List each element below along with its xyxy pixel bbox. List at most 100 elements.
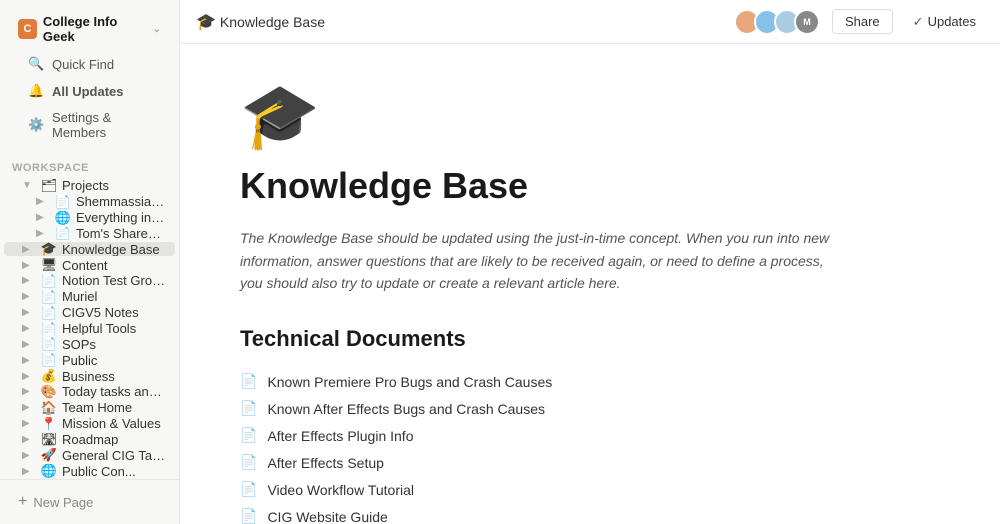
graduation-icon: 🎓 [41, 242, 57, 256]
doc-icon: 📄 [41, 290, 57, 304]
bell-icon: 🔔 [28, 83, 44, 99]
chevron-right-icon: ▶ [36, 196, 50, 207]
knowledge-base-label: Knowledge Base [62, 242, 167, 256]
workspace-name: College Info Geek [43, 14, 147, 44]
chevron-right-icon: ▶ [22, 244, 36, 255]
sidebar-item-notion-test[interactable]: ▶ 📄 Notion Test Ground [4, 274, 175, 288]
sidebar-item-helpful-tools[interactable]: ▶ 📄 Helpful Tools [4, 322, 175, 336]
globe-icon: 🌐 [55, 211, 71, 225]
helpful-tools-label: Helpful Tools [62, 322, 167, 336]
sidebar-item-business[interactable]: ▶ 💰 Business [4, 369, 175, 383]
chevron-right-icon: ▶ [22, 307, 36, 318]
doc-icon: 📄 [240, 373, 257, 390]
search-icon: 🔍 [28, 56, 44, 72]
road-icon: 🛣 [41, 433, 57, 447]
chevron-right-icon: ▶ [22, 323, 36, 334]
new-page-button[interactable]: + New Page [8, 488, 171, 516]
page-title: Knowledge Base [240, 164, 940, 207]
sidebar-item-knowledge-base[interactable]: ▶ 🎓 Knowledge Base [4, 242, 175, 256]
chevron-right-icon: ▶ [22, 450, 36, 461]
chevron-right-icon: ▶ [22, 355, 36, 366]
workspace-section-label: WORKSPACE [0, 150, 179, 178]
doc-label: Known After Effects Bugs and Crash Cause… [267, 401, 545, 417]
sidebar-item-content[interactable]: ▶ 🖥 Content [4, 258, 175, 272]
doc-icon: 📄 [240, 508, 257, 524]
chevron-right-icon: ▶ [22, 260, 36, 271]
monitor-icon: 🖥 [41, 258, 57, 272]
quick-find-label: Quick Find [52, 57, 114, 72]
updates-button[interactable]: ✓ Updates [905, 10, 984, 34]
chevron-down-icon: ▼ [22, 180, 36, 191]
chevron-right-icon: ▶ [22, 434, 36, 445]
share-button[interactable]: Share [832, 9, 893, 34]
document-list-item[interactable]: 📄 Known Premiere Pro Bugs and Crash Cause… [240, 368, 940, 395]
sidebar-item-muriel[interactable]: ▶ 📄 Muriel [4, 290, 175, 304]
document-list-item[interactable]: 📄After Effects Plugin Info [240, 422, 940, 449]
quick-find-action[interactable]: 🔍 Quick Find [14, 51, 165, 77]
settings-label: Settings & Members [52, 110, 155, 140]
sidebar-item-shemmassian[interactable]: ▶ 📄 Shemmassian Con... [4, 195, 175, 209]
workspace-chevron: ⌄ [153, 24, 161, 35]
rocket-icon: 🚀 [41, 448, 57, 462]
document-list-item[interactable]: 📄 Known After Effects Bugs and Crash Caus… [240, 395, 940, 422]
page-content: 🎓 Knowledge Base The Knowledge Base shou… [180, 44, 1000, 524]
doc-icon: 📄 [240, 427, 257, 444]
sidebar-item-today-tasks[interactable]: ▶ 🎨 Today tasks and Not... [4, 385, 175, 399]
all-updates-action[interactable]: 🔔 All Updates [14, 78, 165, 104]
breadcrumb-title: Knowledge Base [220, 14, 325, 30]
public-label: Public [62, 353, 167, 367]
doc-icon: 📄 [41, 353, 57, 367]
sidebar-item-cigv5[interactable]: ▶ 📄 CIGV5 Notes [4, 306, 175, 320]
doc-icon: 📄 [240, 481, 257, 498]
toms-template-label: Tom's Shared Templ... [76, 227, 167, 241]
sidebar-item-public-sub[interactable]: ▶ 🌐 Public Con... [4, 464, 175, 478]
sidebar-item-team-home[interactable]: ▶ 🏠 Team Home [4, 401, 175, 415]
new-page-label: New Page [33, 495, 93, 510]
topbar: 🎓 Knowledge Base M Share ✓ Updates [180, 0, 1000, 44]
topbar-actions: M Share ✓ Updates [734, 9, 984, 35]
page-description: The Knowledge Base should be updated usi… [240, 227, 840, 294]
chevron-right-icon: ▶ [36, 212, 50, 223]
updates-label: Updates [928, 14, 976, 29]
plus-icon: + [18, 493, 27, 511]
workspace-icon: C [18, 19, 37, 39]
globe-icon: 🌐 [41, 464, 57, 478]
check-icon: ✓ [913, 14, 924, 30]
chevron-right-icon: ▶ [22, 386, 36, 397]
muriel-label: Muriel [62, 290, 167, 304]
settings-action[interactable]: ⚙️ Settings & Members [14, 105, 165, 145]
sops-label: SOPs [62, 337, 167, 351]
sidebar-item-projects[interactable]: ▼ 🗂 Projects [4, 179, 175, 193]
doc-icon: 📄 [41, 322, 57, 336]
general-cig-label: General CIG Tasks [62, 448, 167, 462]
palette-icon: 🎨 [41, 385, 57, 399]
money-icon: 💰 [41, 369, 57, 383]
sidebar-item-roadmap[interactable]: ▶ 🛣 Roadmap [4, 433, 175, 447]
doc-icon: 📄 [41, 274, 57, 288]
doc-icon: 📄 [55, 227, 71, 241]
sidebar-item-public[interactable]: ▶ 📄 Public [4, 353, 175, 367]
workspace-title[interactable]: C College Info Geek ⌄ [10, 8, 169, 50]
chevron-right-icon: ▶ [22, 339, 36, 350]
projects-label: Projects [62, 179, 167, 193]
today-tasks-label: Today tasks and Not... [62, 385, 167, 399]
document-list-item[interactable]: 📄CIG Website Guide [240, 503, 940, 524]
chevron-right-icon: ▶ [22, 371, 36, 382]
roadmap-label: Roadmap [62, 433, 167, 447]
chevron-right-icon: ▶ [22, 418, 36, 429]
sidebar-item-sops[interactable]: ▶ 📄 SOPs [4, 337, 175, 351]
chevron-right-icon: ▶ [36, 228, 50, 239]
document-list-item[interactable]: 📄After Effects Setup [240, 449, 940, 476]
chevron-right-icon: ▶ [22, 402, 36, 413]
doc-label: Known Premiere Pro Bugs and Crash Causes [267, 374, 552, 390]
sidebar-item-toms-template[interactable]: ▶ 📄 Tom's Shared Templ... [4, 227, 175, 241]
document-list-item[interactable]: 📄Video Workflow Tutorial [240, 476, 940, 503]
chevron-right-icon: ▶ [22, 466, 36, 477]
main-content: 🎓 Knowledge Base M Share ✓ Updates 🎓 Kno… [180, 0, 1000, 524]
doc-icon: 📄 [240, 400, 257, 417]
sidebar-item-general-cig[interactable]: ▶ 🚀 General CIG Tasks [4, 448, 175, 462]
sidebar-item-everything-notion[interactable]: ▶ 🌐 Everything in Notion [4, 211, 175, 225]
page-emoji: 🎓 [240, 84, 940, 148]
technical-documents-heading: Technical Documents [240, 326, 940, 352]
sidebar-item-mission[interactable]: ▶ 📍 Mission & Values [4, 417, 175, 431]
